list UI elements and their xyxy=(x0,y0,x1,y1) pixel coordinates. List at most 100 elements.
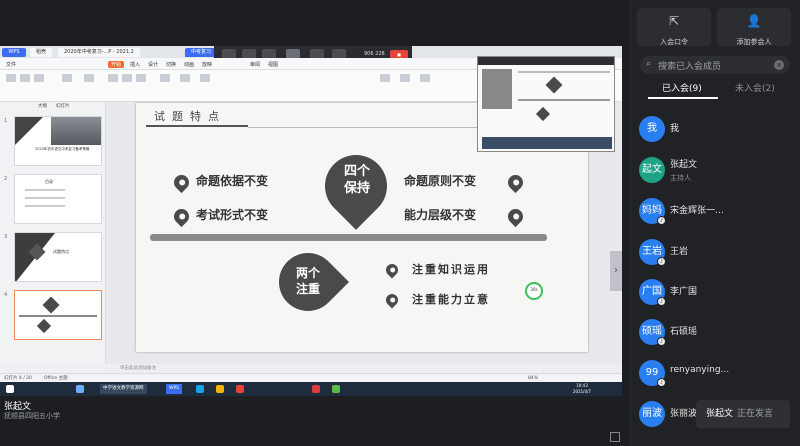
search-icon: ⌕ xyxy=(646,59,652,69)
member-name: 王岩 xyxy=(670,247,689,257)
taskbar-app-wps[interactable]: WPS xyxy=(166,384,183,394)
wps-tab-document[interactable]: 2020年中考复习-...P - 2021.2 xyxy=(58,48,140,57)
wps-tab-active[interactable]: 中考复习 xyxy=(185,48,218,57)
speaking-indicator: 张起文 正在发言 xyxy=(696,400,790,428)
member-row[interactable]: 广国 ♪ 李广国 xyxy=(630,274,800,312)
member-row[interactable]: 妈妈 ♪ 宋金辉张一… xyxy=(630,193,800,231)
search-placeholder: 搜索已入会成员 xyxy=(658,62,722,72)
location-pin-icon xyxy=(504,205,527,228)
thumbnail-tabs: 大纲 幻灯片 xyxy=(0,102,106,110)
picture-icon[interactable] xyxy=(400,74,410,82)
app-icon[interactable] xyxy=(236,385,244,393)
textbox-icon[interactable] xyxy=(380,74,390,82)
windows-taskbar: 中学语文教学资源网 WPS 10:43 2021/4/7 xyxy=(0,382,622,396)
add-member-button[interactable]: 👤 添加参会人 xyxy=(717,8,791,46)
slide-thumbnail-1[interactable]: 2020年初中语文中考复习备考策略 xyxy=(14,116,102,166)
muted-mic-icon: ♪ xyxy=(657,378,666,387)
bottom-label-line-2: 注重 xyxy=(295,282,320,296)
avatar: 我 xyxy=(639,116,665,142)
slide-title: 试题特点 xyxy=(154,110,226,123)
menu-file[interactable]: 文件 xyxy=(6,61,16,68)
copy-icon[interactable] xyxy=(34,74,44,82)
cut-icon[interactable] xyxy=(20,74,30,82)
taskbar-app-browser[interactable]: 中学语文教学资源网 xyxy=(100,384,147,394)
bottom-label: 两个 注重 xyxy=(280,265,336,297)
shape-icon[interactable] xyxy=(200,74,210,82)
task-view-icon[interactable] xyxy=(76,385,84,393)
center-label-line-1: 四个 xyxy=(343,164,370,179)
member-name: 宋金辉张一… xyxy=(670,206,725,216)
member-name: 张起文 xyxy=(670,160,698,170)
slide-thumbnail-2[interactable]: 目录 xyxy=(14,174,102,224)
thumb-number: 3 xyxy=(4,234,8,240)
add-user-icon: 👤 xyxy=(746,14,762,28)
slide-thumbnail-panel: 大纲 幻灯片 1 2020年初中语文中考复习备考策略 2 目录 3 试题特点 4 xyxy=(0,102,106,364)
avatar: 丽波 xyxy=(639,401,665,427)
member-name: 李广国 xyxy=(670,287,698,297)
list-icon[interactable] xyxy=(180,74,190,82)
presenter-org: 抚顺县四阳五小学 xyxy=(4,412,60,420)
menu-transition[interactable]: 切换 xyxy=(166,61,176,68)
member-search-input[interactable]: ⌕ 搜索已入会成员 × xyxy=(640,56,790,74)
menu-view[interactable]: 视图 xyxy=(268,61,278,68)
point-ability: 注重能力立意 xyxy=(412,293,490,306)
share-icon: ⇱ xyxy=(668,14,680,28)
menu-start[interactable]: 开始 xyxy=(108,61,125,68)
member-role: 主持人 xyxy=(670,174,691,182)
location-pin-icon xyxy=(170,171,193,194)
wps-logo[interactable]: WPS xyxy=(2,48,26,57)
bottom-label-line-1: 两个 xyxy=(295,266,320,280)
layout-icon[interactable] xyxy=(84,74,94,82)
paste-icon[interactable] xyxy=(6,74,16,82)
bold-icon[interactable] xyxy=(108,74,118,82)
point-knowledge: 注重知识运用 xyxy=(412,263,490,276)
wps-tab-docer[interactable]: 稻壳 xyxy=(30,48,53,57)
member-row[interactable]: 我 我 xyxy=(630,111,800,149)
tab-slides[interactable]: 幻灯片 xyxy=(56,103,70,109)
join-code-button[interactable]: ⇱ 入会口令 xyxy=(637,8,711,46)
thumb-number: 1 xyxy=(4,118,8,124)
tab-not-joined[interactable]: 未入会(2) xyxy=(735,81,775,94)
wps-icon[interactable] xyxy=(312,385,320,393)
point-principle: 命题原则不变 xyxy=(404,174,477,188)
underline-icon[interactable] xyxy=(136,74,146,82)
align-icon[interactable] xyxy=(160,74,170,82)
speaker-name: 张起文 xyxy=(706,409,734,419)
clear-icon[interactable]: × xyxy=(774,60,784,70)
preview-title-bar xyxy=(478,57,614,65)
speaking-status: 正在发言 xyxy=(737,409,774,419)
divider-bar xyxy=(150,234,547,241)
edge-icon[interactable] xyxy=(196,385,204,393)
location-pin-icon xyxy=(383,261,401,279)
windows-start-icon[interactable] xyxy=(6,385,14,393)
fullscreen-icon[interactable] xyxy=(610,432,620,442)
system-clock: 10:43 2021/4/7 xyxy=(573,383,591,394)
member-row[interactable]: 起文 张起文 主持人 xyxy=(630,152,800,190)
active-tab-indicator xyxy=(648,97,718,99)
arrange-icon[interactable] xyxy=(420,74,430,82)
tab-outline[interactable]: 大纲 xyxy=(38,103,47,109)
muted-mic-icon: ♪ xyxy=(657,216,666,225)
italic-icon[interactable] xyxy=(122,74,132,82)
menu-design[interactable]: 设计 xyxy=(148,61,158,68)
center-label-line-2: 保持 xyxy=(343,181,370,196)
menu-animation[interactable]: 动画 xyxy=(184,61,194,68)
menu-insert[interactable]: 插入 xyxy=(130,61,140,68)
folder-icon[interactable] xyxy=(216,385,224,393)
next-slide-arrow[interactable]: › xyxy=(610,251,622,291)
wechat-icon[interactable] xyxy=(332,385,340,393)
member-row[interactable]: 王岩 ♪ 王岩 xyxy=(630,234,800,272)
notes-bar[interactable]: 单击此处添加备注 xyxy=(106,364,622,373)
tab-joined[interactable]: 已入会(9) xyxy=(662,81,702,94)
slide-thumbnail-3[interactable]: 试题特点 xyxy=(14,232,102,282)
slide-thumbnail-4-selected[interactable] xyxy=(14,290,102,340)
member-row[interactable]: 99 ♪ renyanying... xyxy=(630,355,800,393)
member-name: 我 xyxy=(670,124,680,134)
member-row[interactable]: 硕瑶 ♪ 石硕瑶 xyxy=(630,314,800,352)
menu-slideshow[interactable]: 放映 xyxy=(202,61,212,68)
location-pin-icon xyxy=(170,205,193,228)
location-pin-icon xyxy=(504,171,527,194)
new-slide-icon[interactable] xyxy=(62,74,72,82)
menu-review[interactable]: 审阅 xyxy=(250,61,260,68)
floating-preview-window[interactable] xyxy=(477,56,615,152)
